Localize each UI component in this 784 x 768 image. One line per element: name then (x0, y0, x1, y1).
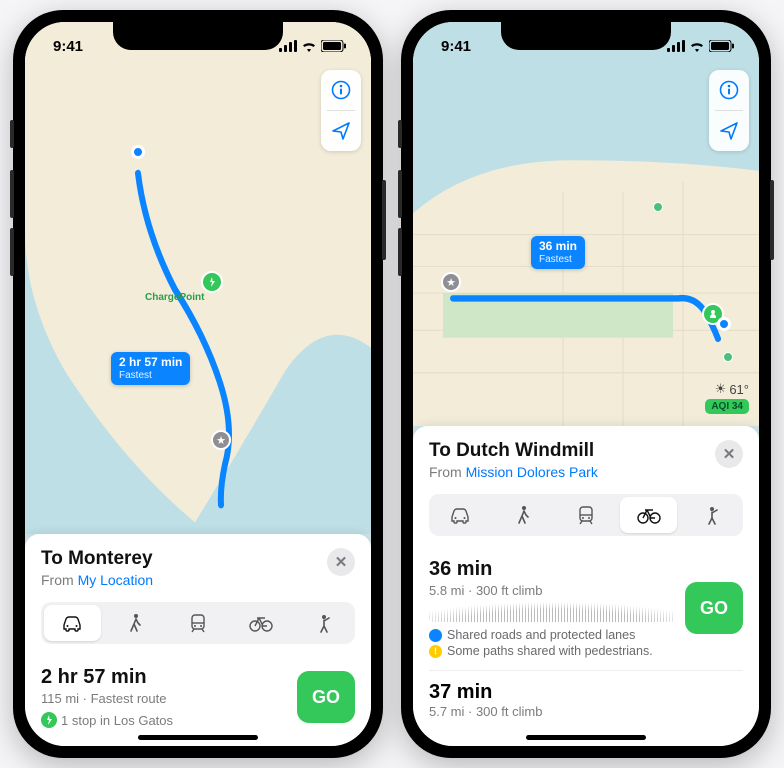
from-line: From Mission Dolores Park (429, 464, 598, 480)
route-lanes-note: Shared roads and protected lanes (429, 628, 675, 642)
status-time: 9:41 (53, 38, 83, 55)
route-time: 37 min (429, 681, 743, 704)
battery-icon (709, 40, 735, 52)
route-callout[interactable]: 36 min Fastest (531, 236, 585, 269)
wifi-icon (689, 40, 705, 52)
car-icon (60, 613, 84, 633)
destination-title: To Monterey (41, 548, 153, 570)
route-ev-note: 1 stop in Los Gatos (41, 712, 173, 728)
route-callout-sub: Fastest (539, 254, 577, 266)
mode-drive-button[interactable] (432, 497, 489, 533)
mode-transit-button[interactable] (170, 605, 227, 641)
route-time: 36 min (429, 558, 675, 581)
route-option-1[interactable]: 36 min 5.8 mi · 300 ft climb Shared road… (429, 540, 743, 662)
location-button[interactable] (321, 111, 361, 151)
transit-icon (576, 505, 596, 525)
rideshare-icon (703, 505, 721, 525)
mode-bike-button[interactable] (620, 497, 677, 533)
lanes-icon (429, 629, 442, 642)
transport-mode-selector (41, 602, 355, 644)
close-icon: ✕ (723, 445, 736, 463)
mode-walk-button[interactable] (107, 605, 164, 641)
notch (501, 22, 671, 50)
notch (113, 22, 283, 50)
bike-icon (249, 614, 273, 632)
map-canvas[interactable]: TiburonPacifica CoveGOLDEN GATE BRIDGEGo… (413, 22, 759, 426)
destination-marker[interactable]: ★ (441, 272, 461, 292)
current-location-marker[interactable] (717, 317, 731, 331)
wifi-icon (301, 40, 317, 52)
temperature-label: 61° (729, 382, 749, 397)
location-button[interactable] (709, 111, 749, 151)
route-subtitle: 115 mi · Fastest route (41, 691, 173, 706)
directions-sheet: To Dutch Windmill From Mission Dolores P… (413, 426, 759, 746)
car-icon (448, 505, 472, 525)
rideshare-icon (315, 613, 333, 633)
from-link[interactable]: Mission Dolores Park (466, 464, 598, 480)
route-callout-time: 36 min (539, 240, 577, 254)
walk-icon (126, 613, 144, 633)
mode-bike-button[interactable] (232, 605, 289, 641)
map-controls (321, 70, 361, 151)
map-canvas[interactable]: NovatoVallejoConcordRichmondOaklandClayt… (25, 22, 371, 534)
battery-icon (321, 40, 347, 52)
aqi-badge: AQI 34 (705, 399, 749, 414)
signal-icon (667, 40, 685, 52)
weather-widget[interactable]: ☀︎ 61° AQI 34 (705, 381, 749, 414)
bike-icon (637, 506, 661, 524)
mode-rideshare-button[interactable] (295, 605, 352, 641)
sun-icon: ☀︎ (715, 381, 727, 397)
transport-mode-selector (429, 494, 743, 536)
warning-icon: ! (429, 645, 442, 658)
route-pedestrian-note: ! Some paths shared with pedestrians. (429, 644, 675, 658)
directions-sheet: To Monterey From My Location ✕ (25, 534, 371, 746)
origin-marker[interactable] (131, 145, 145, 159)
from-line: From My Location (41, 572, 153, 588)
park-marker (723, 352, 733, 362)
route-callout-time: 2 hr 57 min (119, 356, 182, 370)
route-option-2[interactable]: 37 min 5.7 mi · 300 ft climb (429, 670, 743, 719)
mode-transit-button[interactable] (558, 497, 615, 533)
close-button[interactable]: ✕ (715, 440, 743, 468)
elevation-profile (429, 602, 675, 622)
from-link[interactable]: My Location (78, 572, 153, 588)
walk-icon (514, 505, 532, 525)
destination-marker[interactable]: ★ (211, 430, 231, 450)
go-button[interactable]: GO (685, 582, 743, 634)
mode-rideshare-button[interactable] (683, 497, 740, 533)
ev-stop-label: ChargePoint (145, 292, 204, 303)
map-controls (709, 70, 749, 151)
route-subtitle: 5.7 mi · 300 ft climb (429, 704, 743, 719)
info-button[interactable] (709, 70, 749, 110)
route-callout[interactable]: 2 hr 57 min Fastest (111, 352, 190, 385)
phone-right: 9:41 (401, 10, 771, 758)
mode-drive-button[interactable] (44, 605, 101, 641)
route-subtitle: 5.8 mi · 300 ft climb (429, 583, 675, 598)
close-button[interactable]: ✕ (327, 548, 355, 576)
bolt-icon (41, 712, 57, 728)
route-option[interactable]: 2 hr 57 min 115 mi · Fastest route 1 sto… (41, 648, 355, 738)
mode-walk-button[interactable] (495, 497, 552, 533)
home-indicator[interactable] (138, 735, 258, 740)
go-button[interactable]: GO (297, 671, 355, 723)
route-callout-sub: Fastest (119, 370, 182, 382)
route-time: 2 hr 57 min (41, 666, 173, 689)
signal-icon (279, 40, 297, 52)
transit-icon (188, 613, 208, 633)
close-icon: ✕ (335, 553, 348, 571)
info-button[interactable] (321, 70, 361, 110)
ev-stop-marker[interactable] (201, 271, 223, 293)
phone-left: 9:41 (13, 10, 383, 758)
park-marker (653, 202, 663, 212)
status-time: 9:41 (441, 38, 471, 55)
destination-title: To Dutch Windmill (429, 440, 598, 462)
home-indicator[interactable] (526, 735, 646, 740)
